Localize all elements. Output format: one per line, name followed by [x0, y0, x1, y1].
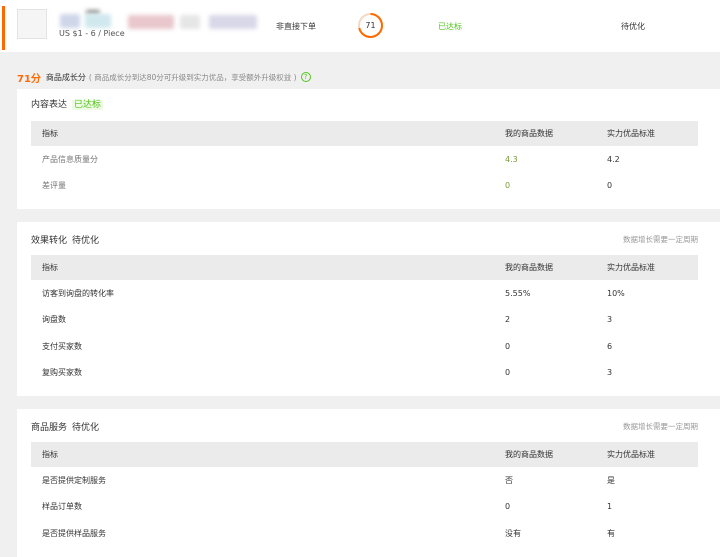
redacted-text	[209, 15, 257, 29]
metric-name: 产品信息质量分	[42, 154, 98, 164]
table-header: 指标 我的商品数据 实力优品标准	[31, 255, 698, 280]
table-row: 差评量 0 0	[31, 173, 698, 200]
my-value: 没有	[505, 528, 521, 538]
help-icon[interactable]: ?	[300, 72, 311, 82]
redacted-text	[128, 15, 174, 29]
redacted-text	[85, 14, 111, 28]
section-content-expression: 内容表达 已达标 指标 我的商品数据 实力优品标准 产品信息质量分 4.3 4.2…	[17, 89, 720, 209]
table-row: 样品订单数 0 1	[31, 494, 698, 521]
standard-value: 4.2	[607, 154, 620, 164]
table-row: 询盘数 2 3	[31, 307, 698, 334]
section-note: 数据增长需要一定周期	[623, 422, 698, 431]
standard-value: 是	[607, 475, 615, 485]
col-standard: 实力优品标准	[607, 129, 655, 138]
my-value: 4.3	[505, 154, 518, 164]
table-row: 是否提供样品服务 没有 有	[31, 520, 698, 547]
standard-value: 0	[607, 181, 613, 191]
standard-value: 3	[607, 368, 613, 378]
section-title-text: 内容表达	[31, 100, 68, 110]
metric-name: 差评量	[42, 181, 66, 191]
col-metric: 指标	[42, 129, 58, 138]
section-product-service: 商品服务 待优化 数据增长需要一定周期 指标 我的商品数据 实力优品标准 是否提供…	[17, 409, 720, 557]
status-optimize: 待优化	[621, 22, 645, 31]
standard-value: 3	[607, 315, 613, 325]
section-status: 待优化	[72, 236, 100, 246]
redacted-text	[180, 15, 200, 29]
growth-label: 商品成长分	[45, 72, 86, 82]
section-title: 内容表达 已达标	[31, 97, 104, 110]
col-metric: 指标	[42, 263, 58, 272]
table-row: 产品信息质量分 4.3 4.2	[31, 146, 698, 173]
section-status: 待优化	[72, 423, 100, 433]
my-value: 0	[505, 502, 511, 512]
table-row: 复购买家数 0 3	[31, 360, 698, 387]
my-value: 2	[505, 315, 511, 325]
my-value: 否	[505, 475, 513, 485]
my-value: 5.55%	[505, 288, 531, 298]
metric-name: 询盘数	[42, 315, 66, 325]
growth-note: ( 商品成长分到达80分可升级到实力优品，享受额外升级权益 )	[88, 72, 297, 82]
metrics-table: 指标 我的商品数据 实力优品标准 是否提供定制服务 否 是 样品订单数 0 1 …	[31, 442, 698, 547]
section-title-text: 商品服务	[31, 423, 68, 433]
growth-score: 71分	[17, 73, 41, 85]
table-row: 支付买家数 0 6	[31, 333, 698, 360]
score-value: 71	[365, 21, 376, 30]
metric-name: 复购买家数	[42, 368, 82, 378]
metrics-table: 指标 我的商品数据 实力优品标准 产品信息质量分 4.3 4.2 差评量 0 0	[31, 121, 698, 199]
table-header: 指标 我的商品数据 实力优品标准	[31, 442, 698, 467]
growth-score-line: 71分 商品成长分 ( 商品成长分到达80分可升级到实力优品，享受额外升级权益 …	[17, 70, 311, 85]
standard-value: 有	[607, 528, 615, 538]
standard-value: 1	[607, 502, 613, 512]
col-standard: 实力优品标准	[607, 263, 655, 272]
table-row: 访客到询盘的转化率 5.55% 10%	[31, 280, 698, 307]
section-title: 商品服务 待优化	[31, 420, 99, 433]
metric-name: 支付买家数	[42, 341, 82, 351]
score-ring: 71	[357, 12, 384, 39]
section-status: 已达标	[72, 100, 104, 110]
table-row: 是否提供定制服务 否 是	[31, 467, 698, 494]
section-conversion: 效果转化 待优化 数据增长需要一定周期 指标 我的商品数据 实力优品标准 访客到询…	[17, 222, 720, 396]
col-my-data: 我的商品数据	[505, 129, 553, 138]
col-metric: 指标	[42, 450, 58, 459]
col-my-data: 我的商品数据	[505, 450, 553, 459]
metric-name: 是否提供定制服务	[42, 475, 106, 485]
status-met: 已达标	[438, 22, 462, 31]
standard-value: 6	[607, 341, 613, 351]
product-price: US $1 - 6 / Piece	[59, 29, 125, 38]
redacted-text	[60, 14, 80, 28]
col-standard: 实力优品标准	[607, 450, 655, 459]
metric-name: 访客到询盘的转化率	[42, 288, 114, 298]
col-my-data: 我的商品数据	[505, 263, 553, 272]
my-value: 0	[505, 368, 511, 378]
section-title: 效果转化 待优化	[31, 233, 99, 246]
table-header: 指标 我的商品数据 实力优品标准	[31, 121, 698, 146]
section-title-text: 效果转化	[31, 236, 68, 246]
section-note: 数据增长需要一定周期	[623, 235, 698, 244]
product-row[interactable]: US $1 - 6 / Piece 非直接下单 71 已达标 待优化	[0, 0, 720, 52]
selected-indicator	[2, 6, 5, 50]
my-value: 0	[505, 181, 511, 191]
metric-name: 样品订单数	[42, 502, 82, 512]
order-type: 非直接下单	[276, 22, 316, 31]
metric-name: 是否提供样品服务	[42, 528, 106, 538]
my-value: 0	[505, 341, 511, 351]
metrics-table: 指标 我的商品数据 实力优品标准 访客到询盘的转化率 5.55% 10% 询盘数…	[31, 255, 698, 386]
product-thumbnail[interactable]	[17, 9, 47, 39]
standard-value: 10%	[607, 288, 625, 298]
